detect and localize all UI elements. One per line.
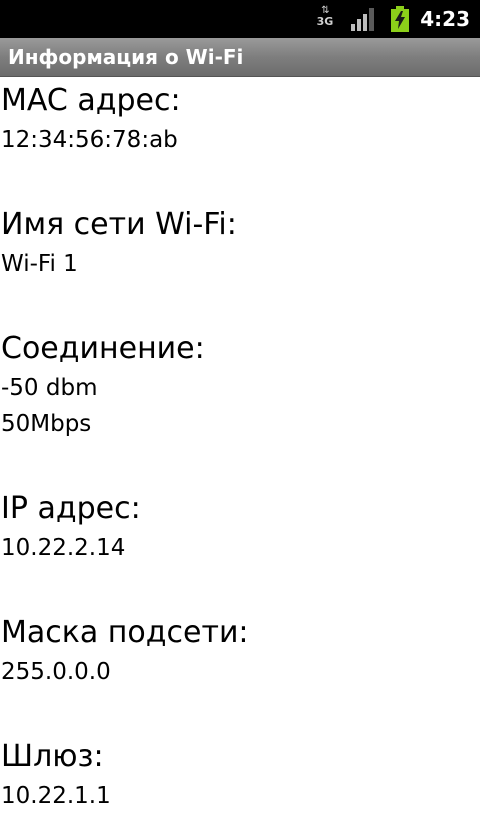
- netmask-label: Маска подсети:: [1, 615, 249, 650]
- signal-strength-value: -50 dbm: [1, 375, 98, 401]
- transfer-arrows-icon: ⇅: [321, 5, 329, 16]
- connection-label: Соединение:: [1, 331, 205, 366]
- ip-address-label: IP адрес:: [1, 491, 141, 526]
- link-speed-value: 50Mbps: [1, 411, 92, 437]
- mac-address-label: MAC адрес:: [1, 83, 181, 118]
- battery-charging-icon: [390, 6, 410, 32]
- gateway-label: Шлюз:: [1, 739, 104, 774]
- netmask-section: Маска подсети: 255.0.0.0: [0, 612, 480, 690]
- status-bar: ⇅ 3G 4:23: [0, 0, 480, 38]
- gateway-section: Шлюз: 10.22.1.1: [0, 736, 480, 814]
- mac-address-value: 12:34:56:78:ab: [1, 127, 178, 153]
- gateway-value: 10.22.1.1: [1, 783, 111, 809]
- connection-section: Соединение: -50 dbm 50Mbps: [0, 328, 480, 442]
- status-clock: 4:23: [420, 7, 470, 31]
- network-type-label: 3G: [316, 15, 334, 28]
- ssid-value: Wi-Fi 1: [1, 251, 78, 277]
- ip-address-section: IP адрес: 10.22.2.14: [0, 488, 480, 566]
- mac-address-section: MAC адрес: 12:34:56:78:ab: [0, 80, 480, 158]
- page-title: Информация о Wi-Fi: [8, 45, 244, 69]
- signal-strength-icon: [350, 6, 376, 32]
- title-bar: Информация о Wi-Fi: [0, 38, 480, 77]
- ssid-section: Имя сети Wi-Fi: Wi-Fi 1: [0, 204, 480, 282]
- ip-address-value: 10.22.2.14: [1, 535, 126, 561]
- ssid-label: Имя сети Wi-Fi:: [1, 207, 237, 242]
- data-arrows-icon: ⇅ 3G: [314, 6, 336, 32]
- wifi-info-list: MAC адрес: 12:34:56:78:ab Имя сети Wi-Fi…: [0, 80, 480, 814]
- netmask-value: 255.0.0.0: [1, 659, 111, 685]
